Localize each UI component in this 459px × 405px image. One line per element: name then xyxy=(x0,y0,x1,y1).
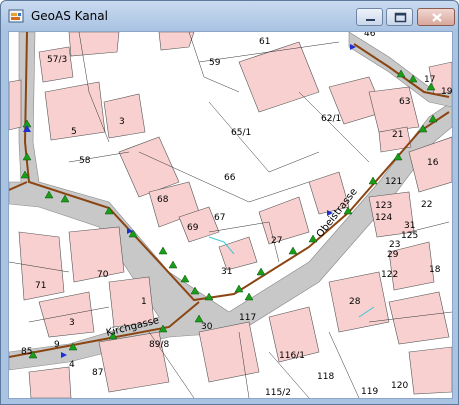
parcel-label: 30 xyxy=(201,322,213,332)
parcel-label: 61 xyxy=(259,37,270,47)
window-title: GeoAS Kanal xyxy=(31,9,108,23)
parcel-label: 28 xyxy=(349,297,361,307)
parcel-label: 122 xyxy=(381,270,398,280)
parcel-label: 31 xyxy=(221,267,232,277)
parcel-label: 27 xyxy=(271,236,282,246)
parcel-label: 46 xyxy=(364,32,376,39)
parcel-label: 18 xyxy=(429,265,441,275)
parcel-label: 68 xyxy=(157,195,169,205)
parcel-label: 70 xyxy=(97,270,109,280)
parcel-label: 16 xyxy=(427,158,439,168)
maximize-button[interactable] xyxy=(386,8,413,26)
app-window: GeoAS Kanal 57/3 59 61 46 3 58 65/1 62/1… xyxy=(0,0,459,405)
parcel-label: 121 xyxy=(385,177,402,187)
parcel-label: 19 xyxy=(441,87,452,97)
parcel-label: 118 xyxy=(317,372,334,382)
parcel-label: 29 xyxy=(387,250,399,260)
parcel-label: 5 xyxy=(71,127,77,137)
parcel-label: 3 xyxy=(69,318,75,328)
parcel-label: 123 xyxy=(375,201,392,211)
parcel-label: 119 xyxy=(361,387,378,397)
parcel-label: 66 xyxy=(224,173,236,183)
parcel-label: 89/8 xyxy=(149,340,169,350)
parcel-label: 22 xyxy=(421,200,432,210)
manhole-label: 85 xyxy=(21,347,32,357)
parcel-label: 117 xyxy=(239,313,256,323)
parcel-label: 59 xyxy=(209,58,221,68)
map-canvas[interactable]: 57/3 59 61 46 3 58 65/1 62/1 63 17 19 5 … xyxy=(8,31,453,399)
parcel-label: 115/2 xyxy=(265,388,291,398)
parcel-label: 120 xyxy=(391,381,408,391)
parcel-label: 17 xyxy=(424,75,435,85)
parcel-label: 65/1 xyxy=(231,128,251,138)
parcel-label: 71 xyxy=(35,281,46,291)
minimize-button[interactable] xyxy=(356,8,383,26)
parcel-label: 1 xyxy=(141,297,147,307)
parcel-label: 116/1 xyxy=(279,351,305,361)
parcel-label: 21 xyxy=(392,130,403,140)
parcel-label: 62/1 xyxy=(321,114,341,124)
parcel-label: 3 xyxy=(119,117,125,127)
parcel-label: 125 xyxy=(401,231,418,241)
app-icon xyxy=(8,8,24,24)
parcel-label: 124 xyxy=(375,213,392,223)
parcel-label: 4 xyxy=(69,360,75,370)
parcel-label: 87 xyxy=(92,368,103,378)
close-button[interactable] xyxy=(417,8,455,26)
parcel-label: 69 xyxy=(187,223,199,233)
title-bar[interactable]: GeoAS Kanal xyxy=(1,1,458,31)
parcel-label: 58 xyxy=(79,156,91,166)
parcel-label: 63 xyxy=(399,97,410,107)
parcel-label: 23 xyxy=(389,240,400,250)
parcel-label: 9 xyxy=(54,340,60,350)
parcel-label: 31 xyxy=(404,221,415,231)
parcel-label: 57/3 xyxy=(47,55,67,65)
parcel-label: 67 xyxy=(214,213,225,223)
